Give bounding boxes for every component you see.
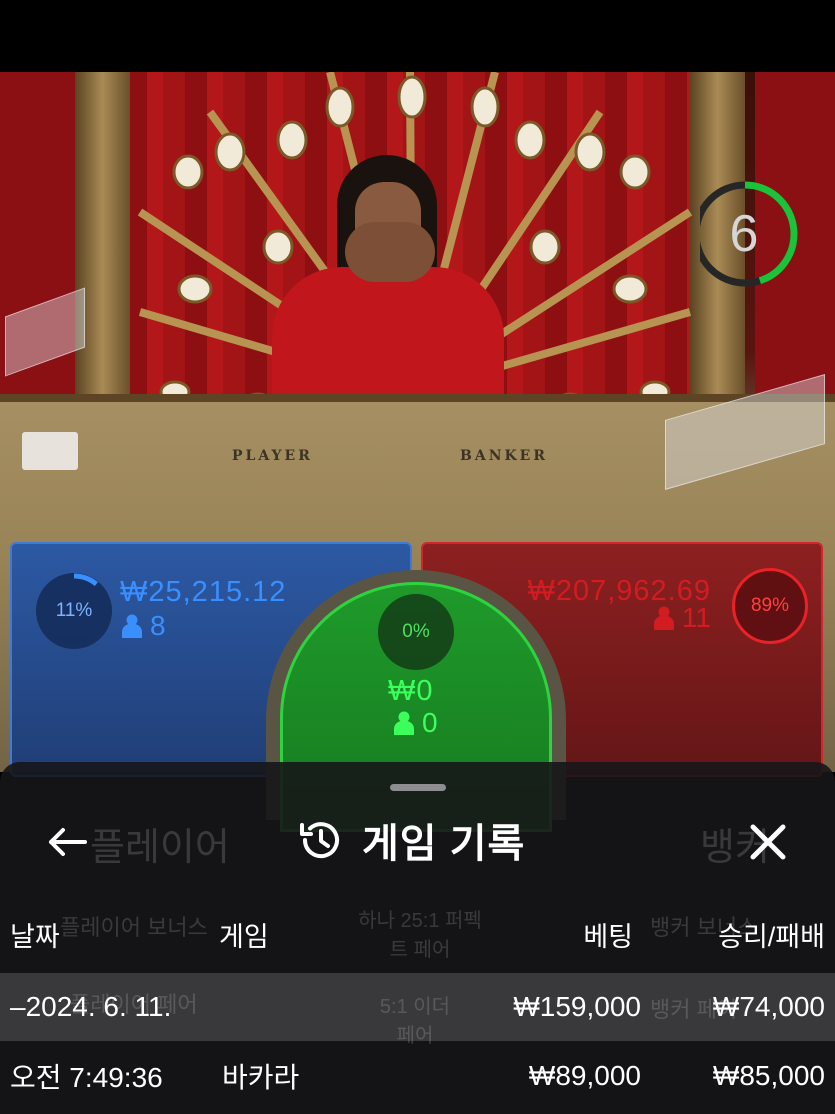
column-header-game: 게임: [219, 922, 269, 952]
group-date: 2024. 6. 11.: [25, 991, 172, 1022]
dealer-hands: [345, 222, 435, 282]
ghost-perfect-pair: 하나 25:1 퍼펙트 페어: [358, 910, 482, 961]
date-group-label: – 2024. 6. 11.: [10, 973, 171, 1041]
felt-banker-label: BANKER: [460, 448, 548, 464]
top-status-bar: [0, 0, 835, 72]
row-time: 오전 7:49:36: [10, 1062, 163, 1093]
felt-player-label: PLAYER: [232, 448, 313, 464]
column-header-result: 승리/패배: [718, 922, 825, 952]
ghost-player-bonus: 플레이어 보너스: [60, 915, 208, 940]
banker-bettors: 11: [653, 602, 711, 634]
group-total-bet: ₩159,000: [513, 991, 641, 1022]
countdown-number: 6: [729, 205, 759, 263]
tie-bettors-count: 0: [422, 707, 438, 738]
column-header-bet: 베팅: [583, 922, 633, 952]
close-button[interactable]: [738, 812, 798, 872]
column-header-date: 날짜: [10, 922, 60, 952]
banker-bettors-count: 11: [681, 602, 711, 633]
player-percent: 11%: [55, 600, 93, 621]
countdown-timer: 6: [692, 177, 804, 291]
group-total-result: ₩74,000: [712, 991, 825, 1022]
history-row[interactable]: 오전 7:49:36 바카라 ₩89,000 ₩85,000: [0, 1042, 835, 1110]
ghost-player-zone: 플레이어: [90, 827, 230, 869]
row-result: ₩85,000: [712, 1060, 825, 1091]
row-game: 바카라: [222, 1062, 300, 1093]
betting-areas: 11% ₩25,215.12 8 ₩207,962.69 11 89% 0% ₩…: [0, 540, 835, 832]
player-bettors-count: 8: [150, 610, 166, 641]
history-icon: [300, 822, 339, 859]
person-icon: [394, 711, 414, 735]
close-icon: [750, 824, 786, 860]
game-history-sheet: 플레이어 뱅커 플레이어 보너스 하나 25:1 퍼펙트 페어 뱅커 보너스 플…: [0, 762, 835, 1114]
tie-percent-ring: 0%: [378, 594, 454, 670]
sheet-drag-handle[interactable]: [390, 784, 446, 791]
collapse-toggle[interactable]: –: [10, 991, 26, 1023]
sheet-title: 게임 기록: [362, 822, 526, 866]
history-date-group[interactable]: – 2024. 6. 11. ₩159,000 ₩74,000: [0, 973, 835, 1041]
card-stack: [22, 432, 78, 470]
back-button[interactable]: [36, 812, 98, 872]
player-bet-total: ₩25,215.12: [120, 576, 287, 608]
tie-percent: 0%: [402, 621, 430, 642]
person-icon: [122, 614, 142, 638]
arrow-left-icon: [49, 828, 87, 856]
banker-percent: 89%: [750, 595, 790, 616]
player-percent-ring: 11%: [36, 573, 112, 649]
tie-bet-total: ₩0: [388, 675, 434, 707]
sheet-header: 게임 기록: [298, 810, 525, 870]
player-bettors: 8: [122, 610, 166, 642]
person-icon: [653, 606, 674, 630]
banker-percent-ring: 89%: [732, 568, 808, 644]
row-bet: ₩89,000: [528, 1060, 641, 1091]
tie-bettors: 0: [394, 707, 438, 739]
